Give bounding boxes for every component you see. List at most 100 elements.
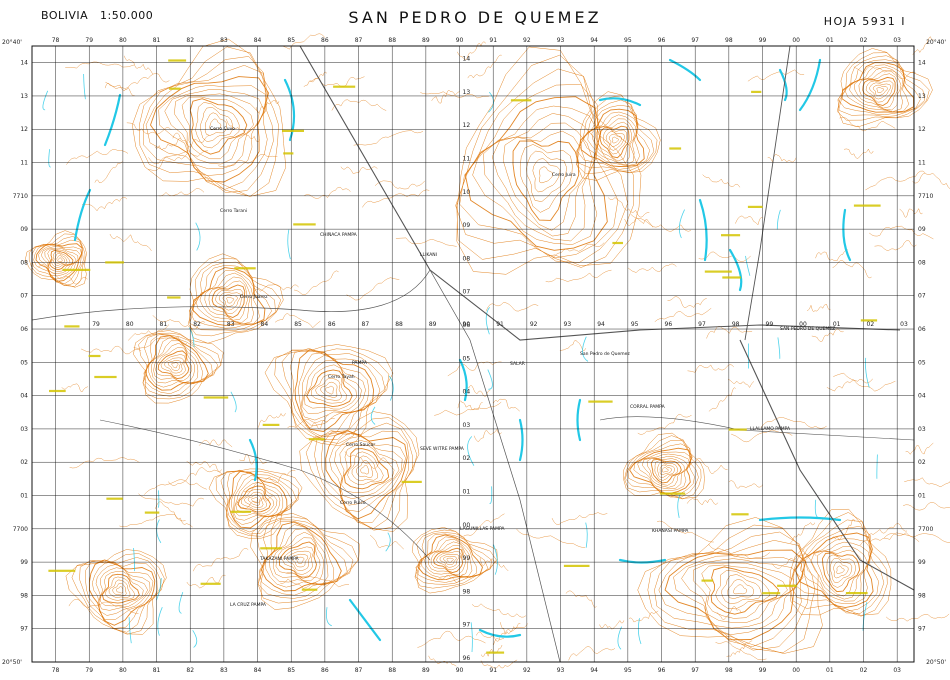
grid-easting-middle-label: 88	[395, 321, 403, 328]
grid-easting-bottom-label: 03	[893, 667, 901, 674]
grid-easting-top-label: 90	[456, 37, 464, 44]
place-label: SAN PEDRO DE QUEMEZ	[780, 326, 835, 332]
grid-northing-left-label: 01	[20, 493, 28, 500]
grid-easting-bottom-label: 89	[422, 667, 430, 674]
grid-northing-right-label: 7710	[918, 193, 933, 200]
grid-easting-middle-label: 96	[665, 321, 673, 328]
grid-northing-right-label: 01	[918, 493, 926, 500]
grid-northing-left-label: 05	[20, 359, 28, 366]
grid-easting-top-label: 87	[355, 37, 363, 44]
grid-easting-top-label: 79	[85, 37, 93, 44]
grid-easting-bottom-label: 99	[759, 667, 767, 674]
grid-northing-left-label: 02	[20, 459, 28, 466]
grid-northing-middle-label: 11	[463, 156, 471, 163]
grid-northing-middle-label: 05	[463, 355, 471, 362]
grid-northing-left-label: 08	[20, 259, 28, 266]
grid-northing-middle-label: 06	[463, 322, 471, 329]
grid-northing-middle-label: 08	[463, 255, 471, 262]
grid-easting-top-label: 97	[691, 37, 699, 44]
grid-easting-bottom-label: 92	[523, 667, 531, 674]
grid-easting-top-label: 98	[725, 37, 733, 44]
map-canvas[interactable]: Cerro Cuvo Cerro Tarani Cerro Juira Cerro T…	[0, 0, 950, 680]
topographic-map[interactable]: BOLIVIA 1:50.000 SAN PEDRO DE QUEMEZ HOJ…	[0, 0, 950, 680]
grid-easting-top-label: 01	[826, 37, 834, 44]
grid-easting-middle-label: 95	[631, 321, 639, 328]
place-label: Cerro Cuvo	[210, 126, 235, 132]
grid-easting-middle-label: 81	[160, 321, 168, 328]
grid-easting-bottom-label: 91	[489, 667, 497, 674]
grid-easting-bottom-label: 97	[691, 667, 699, 674]
grid-easting-middle-label: 94	[597, 321, 605, 328]
grid-easting-bottom-label: 81	[153, 667, 161, 674]
grid-northing-middle-label: 10	[463, 189, 471, 196]
grid-easting-bottom-label: 96	[658, 667, 666, 674]
grid-easting-bottom-label: 88	[388, 667, 396, 674]
grid-easting-middle-label: 83	[227, 321, 235, 328]
grid-northing-left-label: 09	[20, 226, 28, 233]
grid-easting-middle-label: 93	[564, 321, 572, 328]
corner-coordinate-top-right: 20°40'	[926, 39, 946, 46]
place-label: Cerro Tarani	[220, 208, 247, 214]
grid-northing-right-label: 04	[918, 393, 926, 400]
grid-easting-top-label: 02	[860, 37, 868, 44]
grid-easting-top-label: 96	[658, 37, 666, 44]
grid-easting-top-label: 81	[153, 37, 161, 44]
grid-northing-right-label: 7700	[918, 526, 933, 533]
grid-easting-bottom-label: 84	[254, 667, 262, 674]
grid-northing-middle-label: 02	[463, 455, 471, 462]
grid-northing-middle-label: 98	[463, 588, 471, 595]
grid-easting-middle-label: 85	[294, 321, 302, 328]
place-label: PAMPA	[352, 360, 368, 366]
grid-northing-left-label: 99	[20, 559, 28, 566]
grid-easting-top-label: 88	[388, 37, 396, 44]
grid-easting-top-label: 95	[624, 37, 632, 44]
grid-easting-middle-label: 91	[496, 321, 504, 328]
grid-easting-bottom-label: 00	[792, 667, 800, 674]
place-label: CHIÑACA PAMPA	[320, 231, 358, 238]
grid-easting-top-label: 00	[792, 37, 800, 44]
grid-easting-middle-label: 01	[833, 321, 841, 328]
grid-northing-middle-label: 04	[463, 389, 471, 396]
grid-northing-right-label: 11	[918, 160, 926, 167]
grid-easting-bottom-label: 86	[321, 667, 329, 674]
grid-northing-right-label: 05	[918, 359, 926, 366]
grid-northing-middle-label: 07	[463, 289, 471, 296]
grid-easting-middle-label: 80	[126, 321, 134, 328]
grid-easting-middle-label: 89	[429, 321, 437, 328]
grid-northing-left-label: 07	[20, 293, 28, 300]
grid-easting-top-label: 99	[759, 37, 767, 44]
grid-easting-bottom-label: 87	[355, 667, 363, 674]
grid-northing-left-label: 7700	[13, 526, 28, 533]
grid-easting-middle-label: 99	[766, 321, 774, 328]
contour-lines	[24, 33, 950, 669]
grid-northing-right-label: 03	[918, 426, 926, 433]
place-label: TAKAZANI PAMPA	[259, 556, 300, 562]
corner-coordinate-bottom-right: 20°50'	[926, 659, 946, 666]
grid-easting-middle-label: 87	[362, 321, 370, 328]
grid-northing-left-label: 13	[20, 93, 28, 100]
grid-northing-left-label: 7710	[13, 193, 28, 200]
grid-northing-left-label: 11	[20, 160, 28, 167]
grid-northing-left-label: 14	[20, 60, 28, 67]
grid-northing-middle-label: 13	[463, 89, 471, 96]
place-label: Cerro Tayah	[328, 374, 355, 380]
grid-easting-bottom-label: 94	[590, 667, 598, 674]
grid-easting-top-label: 92	[523, 37, 531, 44]
grid-easting-bottom-label: 85	[287, 667, 295, 674]
grid-easting-middle-label: 02	[867, 321, 875, 328]
corner-coordinate-bottom-left: 20°50'	[2, 659, 22, 666]
grid-easting-top-label: 94	[590, 37, 598, 44]
grid-northing-left-label: 98	[20, 592, 28, 599]
grid-easting-top-label: 86	[321, 37, 329, 44]
grid-easting-bottom-label: 80	[119, 667, 127, 674]
grid-easting-middle-label: 97	[698, 321, 706, 328]
grid-northing-left-label: 04	[20, 393, 28, 400]
grid-northing-middle-label: 09	[463, 222, 471, 229]
grid-northing-right-label: 08	[918, 259, 926, 266]
grid-easting-bottom-label: 90	[456, 667, 464, 674]
grid-northing-middle-label: 14	[463, 56, 471, 63]
place-label: SALAR	[510, 361, 525, 367]
place-label: LA CRUZ PAMPA	[230, 602, 267, 608]
grid-easting-top-label: 89	[422, 37, 430, 44]
grid-easting-top-label: 82	[186, 37, 194, 44]
